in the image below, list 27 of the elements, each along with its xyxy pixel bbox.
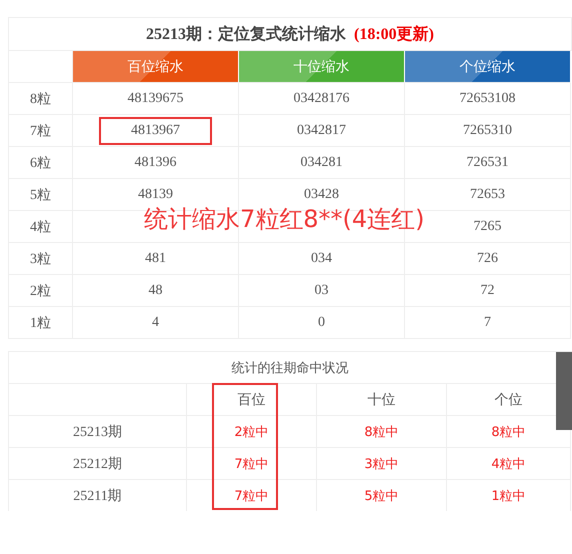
table-cell: 1粒中 [447, 480, 571, 511]
column-header: 个位缩水 [405, 51, 571, 83]
row-label: 6粒 [9, 147, 73, 179]
table-cell: 2粒中 [187, 416, 317, 448]
table-cell: 3粒中 [317, 448, 447, 480]
column-header: 百位缩水 [73, 51, 239, 83]
update-time: (18:00更新) [354, 24, 434, 44]
period-cell: 25212期 [9, 448, 187, 480]
row-label: 5粒 [9, 179, 73, 211]
row-label: 7粒 [9, 115, 73, 147]
table-cell: 7粒中 [187, 448, 317, 480]
table-cell: 5粒中 [317, 480, 447, 511]
row-label: 2粒 [9, 275, 73, 307]
period-cell: 25211期 [9, 480, 187, 511]
column-header: 十位 [317, 384, 447, 416]
table-title: 25213期：定位复式统计缩水 [146, 24, 346, 44]
table-cell: 4粒中 [447, 448, 571, 480]
table-cell: 4813967 [99, 116, 212, 144]
column-header: 百位 [187, 384, 317, 416]
row-label: 1粒 [9, 307, 73, 339]
row-label: 4粒 [9, 211, 73, 243]
table-cell: 8粒中 [317, 416, 447, 448]
row-label: 8粒 [9, 83, 73, 115]
table-cell: 7粒中 [187, 480, 317, 511]
column-header: 十位缩水 [239, 51, 405, 83]
period-cell: 25213期 [9, 416, 187, 448]
row-label: 3粒 [9, 243, 73, 275]
